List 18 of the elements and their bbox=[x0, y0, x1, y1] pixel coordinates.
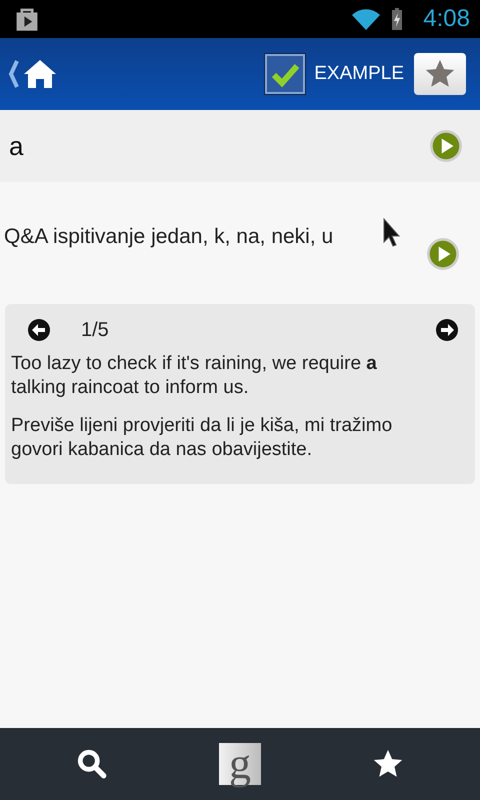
search-icon bbox=[75, 747, 109, 781]
google-button[interactable]: g bbox=[219, 743, 261, 785]
translation-text: Q&A ispitivanje jedan, k, na, neki, u bbox=[4, 225, 334, 249]
example-counter: 1/5 bbox=[81, 318, 109, 342]
play-icon[interactable] bbox=[426, 237, 460, 271]
example-sentence: Previše lijeni provjeriti da li je kiša, mi tražimo govori kabanica da nas obavijestite. bbox=[11, 414, 394, 462]
battery-icon bbox=[391, 8, 404, 30]
example-sentence: Too lazy to check if it's raining, we require a talking raincoat to inform us. bbox=[11, 352, 378, 400]
clock-time: 4:08 bbox=[423, 5, 470, 33]
store-icon bbox=[14, 6, 40, 32]
play-icon[interactable] bbox=[429, 129, 463, 163]
mouse-pointer-icon bbox=[382, 218, 402, 248]
checkbox-label: EXAMPLE bbox=[314, 63, 404, 85]
search-button[interactable] bbox=[75, 747, 109, 781]
example-checkbox[interactable] bbox=[265, 54, 306, 94]
word-text: a bbox=[9, 130, 24, 162]
favorite-button[interactable] bbox=[414, 53, 466, 95]
wifi-icon bbox=[351, 7, 382, 31]
